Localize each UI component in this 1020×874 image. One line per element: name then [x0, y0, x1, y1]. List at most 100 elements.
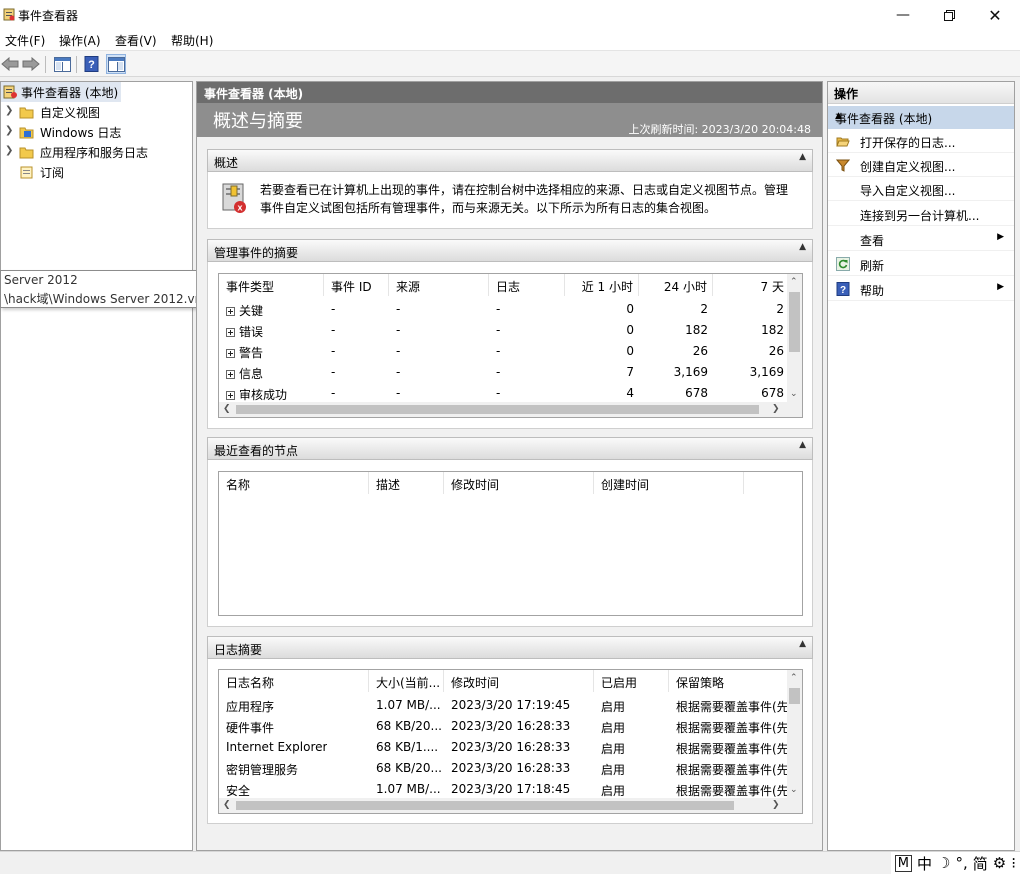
- horizontal-scrollbar[interactable]: ❮ ❯: [219, 402, 802, 417]
- column-header[interactable]: 创建时间: [594, 472, 744, 494]
- ime-mode-indicator[interactable]: M: [894, 854, 912, 872]
- column-header[interactable]: 日志名称: [219, 670, 369, 692]
- table-row[interactable]: 警告 - - - 0 26 26: [219, 341, 789, 362]
- menu-view[interactable]: 查看(V): [115, 32, 157, 49]
- ime-more-icon[interactable]: ⁝: [1011, 854, 1016, 872]
- expand-plus-icon[interactable]: [226, 370, 235, 379]
- scroll-thumb[interactable]: [236, 405, 759, 414]
- action-create-custom-view[interactable]: 创建自定义视图...: [828, 153, 1014, 177]
- table-row[interactable]: Internet Explorer 68 KB/1.... 2023/3/20 …: [219, 737, 789, 758]
- horizontal-scrollbar[interactable]: ❮ ❯: [219, 798, 802, 813]
- scroll-right-icon[interactable]: ❯: [772, 800, 780, 810]
- action-connect-computer[interactable]: 连接到另一台计算机...: [828, 202, 1014, 226]
- expand-chevron-icon[interactable]: ❯: [5, 125, 13, 136]
- column-header[interactable]: 24 小时: [639, 274, 713, 296]
- expand-chevron-icon[interactable]: ❯: [5, 145, 13, 156]
- collapse-icon[interactable]: ▲: [799, 152, 806, 162]
- column-header[interactable]: 7 天: [713, 274, 789, 296]
- vertical-scrollbar[interactable]: ⌃ ⌄: [787, 670, 802, 798]
- expand-plus-icon[interactable]: [226, 391, 235, 400]
- collapse-icon[interactable]: ▲: [799, 440, 806, 450]
- ime-settings-icon[interactable]: ⚙: [993, 854, 1006, 872]
- section-header[interactable]: 管理事件的摘要 ▲: [207, 239, 813, 262]
- help-toolbar-button[interactable]: ?: [82, 54, 102, 74]
- expand-plus-icon[interactable]: [226, 349, 235, 358]
- section-header[interactable]: 最近查看的节点 ▲: [207, 437, 813, 460]
- section-header[interactable]: 概述 ▲: [207, 149, 813, 172]
- expand-plus-icon[interactable]: [226, 307, 235, 316]
- menu-action[interactable]: 操作(A): [59, 32, 101, 49]
- ime-language-toggle[interactable]: 中: [917, 853, 932, 874]
- show-hide-action-pane-button[interactable]: [106, 54, 126, 74]
- ime-halfwidth-moon-icon[interactable]: ☽: [937, 854, 950, 872]
- recent-nodes-table[interactable]: 名称 描述 修改时间 创建时间: [218, 471, 803, 616]
- ime-simplified-toggle[interactable]: 简: [973, 853, 988, 874]
- scroll-left-icon[interactable]: ❮: [223, 404, 231, 414]
- column-header[interactable]: 事件类型: [219, 274, 324, 296]
- window-title: 事件查看器: [18, 9, 79, 23]
- column-header[interactable]: 修改时间: [444, 472, 594, 494]
- back-arrow-icon: [1, 57, 19, 71]
- minimize-button[interactable]: —: [880, 0, 926, 30]
- tree-item-windows-logs[interactable]: ❯ Windows 日志: [1, 122, 191, 142]
- column-header[interactable]: 日志: [489, 274, 565, 296]
- back-button[interactable]: [0, 54, 20, 74]
- actions-group-header[interactable]: 事件查看器 (本地) ▲: [828, 106, 1014, 129]
- table-row[interactable]: 硬件事件 68 KB/20... 2023/3/20 16:28:33 启用 根…: [219, 716, 789, 737]
- action-import-custom-view[interactable]: 导入自定义视图...: [828, 177, 1014, 201]
- table-row[interactable]: 安全 1.07 MB/... 2023/3/20 17:18:45 启用 根据需…: [219, 779, 789, 798]
- collapse-icon[interactable]: ▲: [799, 242, 806, 252]
- ime-punctuation-toggle[interactable]: °,: [955, 854, 967, 872]
- tree-item-root[interactable]: 事件查看器 (本地): [1, 82, 121, 102]
- collapse-icon[interactable]: ▲: [835, 111, 1006, 121]
- scroll-right-icon[interactable]: ❯: [772, 404, 780, 414]
- expand-chevron-icon[interactable]: ❯: [5, 105, 13, 116]
- overview-text-line: 事件自定义试图包括所有管理事件，而与来源无关。以下所示为所有日志的集合视图。: [260, 201, 717, 215]
- scroll-down-icon[interactable]: ⌄: [790, 785, 798, 795]
- log-summary-table[interactable]: 日志名称 大小(当前... 修改时间 已启用 保留策略 应用程序 1.07 MB…: [218, 669, 803, 814]
- expand-plus-icon[interactable]: [226, 328, 235, 337]
- menu-help[interactable]: 帮助(H): [171, 32, 213, 49]
- scroll-left-icon[interactable]: ❮: [223, 800, 231, 810]
- show-hide-tree-button[interactable]: [52, 54, 72, 74]
- table-row[interactable]: 错误 - - - 0 182 182: [219, 320, 789, 341]
- action-help[interactable]: ? 帮助 ▶: [828, 277, 1014, 301]
- admin-summary-table[interactable]: 事件类型 事件 ID 来源 日志 近 1 小时 24 小时 7 天 关键 - -…: [218, 273, 803, 418]
- folder-icon: [19, 107, 34, 119]
- menu-file[interactable]: 文件(F): [5, 32, 45, 49]
- table-row[interactable]: 应用程序 1.07 MB/... 2023/3/20 17:19:45 启用 根…: [219, 695, 789, 716]
- column-header[interactable]: 已启用: [594, 670, 669, 692]
- column-header[interactable]: 修改时间: [444, 670, 594, 692]
- scroll-thumb[interactable]: [789, 688, 800, 704]
- table-row[interactable]: 信息 - - - 7 3,169 3,169: [219, 362, 789, 383]
- collapse-icon[interactable]: ▲: [799, 639, 806, 649]
- close-button[interactable]: ✕: [972, 0, 1018, 30]
- column-header[interactable]: 名称: [219, 472, 369, 494]
- table-row[interactable]: 密钥管理服务 68 KB/20... 2023/3/20 16:28:33 启用…: [219, 758, 789, 779]
- column-header[interactable]: 来源: [389, 274, 489, 296]
- vertical-scrollbar[interactable]: ⌃ ⌄: [787, 274, 802, 402]
- section-header[interactable]: 日志摘要 ▲: [207, 636, 813, 659]
- svg-text:?: ?: [88, 59, 95, 71]
- summary-scroll-area[interactable]: 概述 ▲ x 若要查看已在计算机上出现的事件，请在控制台树中选择相应的来源、日志…: [197, 137, 822, 850]
- scroll-thumb[interactable]: [236, 801, 734, 810]
- forward-button[interactable]: [21, 54, 41, 74]
- restore-button[interactable]: [926, 0, 972, 30]
- column-header[interactable]: 大小(当前...: [369, 670, 444, 692]
- column-header[interactable]: 保留策略: [669, 670, 789, 692]
- scroll-up-icon[interactable]: ⌃: [790, 673, 798, 683]
- column-header[interactable]: 近 1 小时: [565, 274, 639, 296]
- table-row[interactable]: 审核成功 - - - 4 678 678: [219, 383, 789, 402]
- action-view[interactable]: 查看 ▶: [828, 227, 1014, 251]
- tree-item-subscriptions[interactable]: 订阅: [1, 162, 191, 182]
- action-open-saved-log[interactable]: 打开保存的日志...: [828, 129, 1014, 153]
- scroll-up-icon[interactable]: ⌃: [790, 277, 798, 287]
- tree-item-custom-views[interactable]: ❯ 自定义视图: [1, 102, 191, 122]
- action-refresh[interactable]: 刷新: [828, 252, 1014, 276]
- table-row[interactable]: 关键 - - - 0 2 2: [219, 299, 789, 320]
- scroll-down-icon[interactable]: ⌄: [790, 389, 798, 399]
- column-header[interactable]: 事件 ID: [324, 274, 389, 296]
- column-header[interactable]: 描述: [369, 472, 444, 494]
- tree-item-app-service-logs[interactable]: ❯ 应用程序和服务日志: [1, 142, 191, 162]
- scroll-thumb[interactable]: [789, 292, 800, 352]
